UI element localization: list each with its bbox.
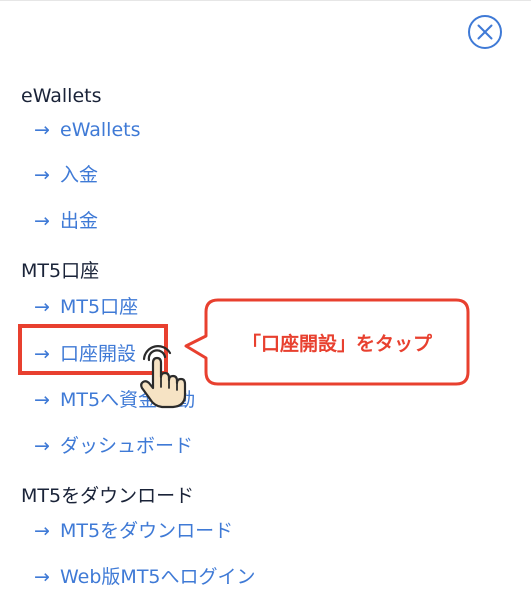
arrow-right-icon: → [34, 210, 50, 232]
menu-link-deposit[interactable]: → 入金 [34, 162, 98, 188]
arrow-right-icon: → [34, 119, 50, 141]
menu-link-withdrawal[interactable]: → 出金 [34, 208, 98, 234]
menu-link-mt5-account[interactable]: → MT5口座 [34, 294, 138, 320]
menu-link-label: MT5をダウンロード [60, 520, 234, 542]
menu-link-ewallets[interactable]: → eWallets [34, 117, 141, 143]
arrow-right-icon: → [34, 296, 50, 318]
menu-link-label: 出金 [60, 210, 99, 232]
menu-link-mt5-download[interactable]: → MT5をダウンロード [34, 518, 233, 544]
section-heading-mt5-download: MT5をダウンロード [21, 485, 195, 507]
menu-link-label: eWallets [60, 119, 141, 141]
section-heading-mt5-account: MT5口座 [21, 260, 100, 282]
arrow-right-icon: → [34, 566, 50, 588]
callout-bubble: 「口座開設」をタップ [182, 298, 470, 386]
section-heading-ewallets: eWallets [21, 85, 102, 107]
menu-link-label: MT5口座 [60, 296, 139, 318]
arrow-right-icon: → [34, 520, 50, 542]
callout-text: 「口座開設」をタップ [241, 332, 432, 355]
arrow-right-icon: → [34, 164, 50, 186]
menu-link-label: Web版MT5へログイン [60, 566, 256, 588]
arrow-right-icon: → [34, 435, 50, 457]
menu-link-label: 入金 [60, 164, 99, 186]
menu-link-label: ダッシュボード [60, 435, 194, 457]
arrow-right-icon: → [34, 389, 50, 411]
menu-link-dashboard[interactable]: → ダッシュボード [34, 433, 193, 459]
menu-link-web-mt5-login[interactable]: → Web版MT5へログイン [34, 564, 256, 590]
tap-hand-icon [136, 343, 188, 409]
